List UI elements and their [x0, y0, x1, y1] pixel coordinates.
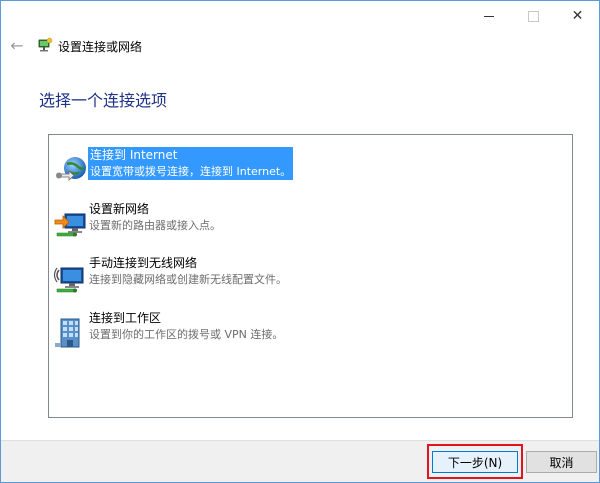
minimize-button[interactable]	[466, 1, 511, 31]
option-new-network[interactable]: 设置新网络 设置新的路由器或接入点。	[53, 201, 553, 245]
option-description: 连接到隐藏网络或创建新无线配置文件。	[89, 273, 287, 286]
maximize-icon	[528, 10, 539, 22]
wireless-network-icon	[53, 267, 84, 293]
option-description: 设置宽带或拨号连接，连接到 Internet。	[90, 165, 292, 178]
maximize-button[interactable]	[511, 1, 556, 31]
minimize-icon	[483, 15, 494, 17]
option-title: 连接到工作区	[89, 311, 162, 325]
next-button[interactable]: 下一步(N)	[432, 451, 518, 473]
option-connect-internet[interactable]: 连接到 Internet 设置宽带或拨号连接，连接到 Internet。	[53, 147, 553, 191]
page-heading: 选择一个连接选项	[39, 91, 168, 110]
option-description: 设置到你的工作区的拨号或 VPN 连接。	[89, 328, 284, 341]
cancel-button[interactable]: 取消	[526, 451, 597, 473]
option-description: 设置新的路由器或接入点。	[89, 219, 221, 232]
workplace-icon	[55, 318, 80, 348]
dialog-window: ✕ ← 设置连接或网络 选择一个连接选项 连接到 Internet 设置宽带或拨…	[0, 0, 600, 483]
option-title: 设置新网络	[89, 202, 150, 216]
connection-options-list: 连接到 Internet 设置宽带或拨号连接，连接到 Internet。 设置新…	[48, 134, 573, 418]
window-title: 设置连接或网络	[58, 40, 143, 54]
option-title: 手动连接到无线网络	[89, 256, 198, 270]
option-connect-workplace[interactable]: 连接到工作区 设置到你的工作区的拨号或 VPN 连接。	[53, 310, 553, 354]
new-network-icon	[54, 213, 86, 237]
network-setup-icon	[38, 37, 53, 52]
globe-network-icon	[56, 157, 86, 181]
option-manual-wireless[interactable]: 手动连接到无线网络 连接到隐藏网络或创建新无线配置文件。	[53, 255, 553, 299]
dialog-footer: 下一步(N) 取消	[1, 440, 599, 482]
option-title: 连接到 Internet	[90, 148, 178, 162]
back-arrow-icon[interactable]: ←	[7, 37, 27, 55]
close-icon: ✕	[571, 8, 584, 24]
close-button[interactable]: ✕	[555, 1, 600, 31]
